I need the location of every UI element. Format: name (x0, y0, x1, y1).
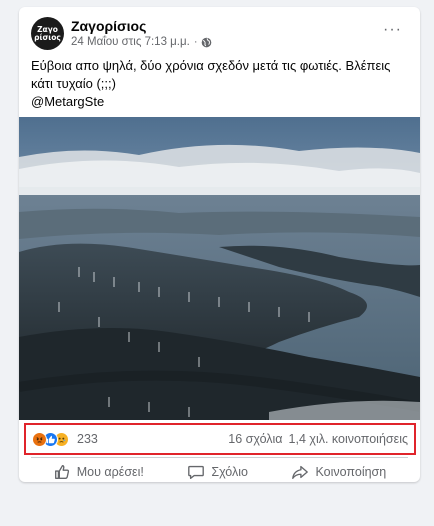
aerial-landscape-image (19, 117, 420, 420)
avatar-text-line2: ρίσιος (34, 32, 61, 42)
post-card: Zαγο ρίσιος Ζαγορίσιος 24 Μαΐου στις 7:1… (19, 7, 420, 482)
like-button-label: Μου αρέσει! (76, 465, 144, 479)
stats-right: 16 σχόλια 1,4 χιλ. κοινοποιήσεις (228, 432, 408, 446)
comments-count-link[interactable]: 16 σχόλια (228, 432, 282, 446)
reaction-count: 233 (77, 432, 98, 446)
shares-count-link[interactable]: 1,4 χιλ. κοινοποιήσεις (289, 432, 408, 446)
timestamp[interactable]: 24 Μαΐου στις 7:13 μ.μ. (71, 36, 190, 48)
globe-icon[interactable] (201, 37, 212, 48)
comment-button-label: Σχόλιο (211, 465, 248, 479)
post-text-mention[interactable]: @MetargSte (31, 93, 413, 111)
reactions-summary[interactable]: 233 (32, 431, 98, 447)
angry-reaction-icon (32, 431, 47, 447)
thumbs-up-icon (54, 465, 69, 479)
page-name[interactable]: Ζαγορίσιος (71, 18, 146, 34)
avatar[interactable]: Zαγο ρίσιος (31, 17, 64, 50)
comment-button[interactable]: Σχόλιο (187, 463, 248, 481)
post-photo[interactable] (19, 117, 420, 420)
reactions-stats-bar: 233 16 σχόλια 1,4 χιλ. κοινοποιήσεις (24, 423, 416, 455)
share-arrow-icon (292, 465, 309, 479)
more-options-button[interactable]: ··· (383, 21, 402, 39)
post-actions: Μου αρέσει! Σχόλιο Κοινοποίηση (31, 458, 408, 486)
post-meta: 24 Μαΐου στις 7:13 μ.μ. · (71, 36, 212, 48)
post-header: Zαγο ρίσιος Ζαγορίσιος 24 Μαΐου στις 7:1… (31, 17, 410, 53)
post-text: Εύβοια απο ψηλά, δύο χρόνια σχεδόν μετά … (31, 57, 413, 111)
meta-separator: · (193, 36, 198, 48)
share-button-label: Κοινοποίηση (315, 465, 387, 479)
like-button[interactable]: Μου αρέσει! (53, 463, 144, 481)
share-button[interactable]: Κοινοποίηση (291, 463, 386, 481)
comment-icon (188, 465, 205, 479)
post-text-line1: Εύβοια απο ψηλά, δύο χρόνια σχεδόν μετά … (31, 58, 395, 91)
